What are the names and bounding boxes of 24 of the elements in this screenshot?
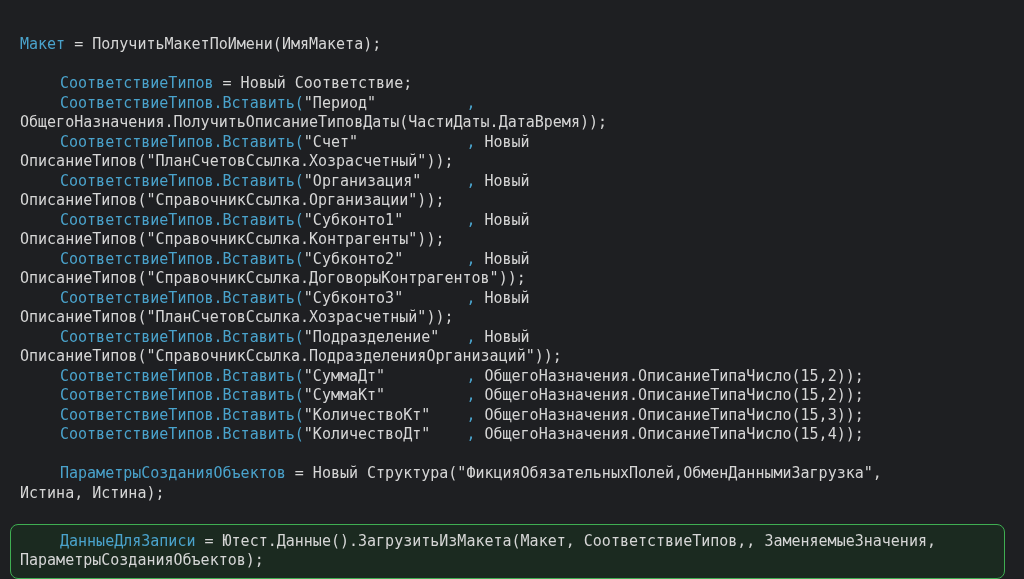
code-line: СоответствиеТипов.Вставить("СуммаКт" , ОбщегоНазначения.ОписаниеТипаЧисло(15,2)); — [59, 386, 865, 406]
code-line: ОписаниеТипов("СправочникСсылка.ПодразделенияОрганизаций")); — [20, 347, 563, 367]
code-line: СоответствиеТипов.Вставить("Счет" , Новый — [59, 132, 531, 152]
code-line: СоответствиеТипов.Вставить("Подразделение" , Новый — [59, 327, 531, 347]
code-line: ОписаниеТипов("СправочникСсылка.ДоговорыКонтрагентов")); — [20, 269, 527, 289]
code-line: ОписаниеТипов("ПланСчетовСсылка.Хозрасчетный")); — [20, 152, 455, 172]
code-line: СоответствиеТипов.Вставить("КоличествоДт" , ОбщегоНазначения.ОписаниеТипаЧисло(15,4)); — [59, 425, 865, 445]
code-line: ОбщегоНазначения.ПолучитьОписаниеТиповДаты(ЧастиДаты.ДатаВремя)); — [20, 113, 608, 133]
code-line: СоответствиеТипов.Вставить("Субконто2" , Новый — [59, 249, 531, 269]
code-line: Макет = ПолучитьМакетПоИмени(ИмяМакета); — [20, 35, 383, 55]
code-line: СоответствиеТипов = Новый Соответствие; — [59, 74, 414, 94]
code-line: ОписаниеТипов("ПланСчетовСсылка.Хозрасчетный")); — [20, 308, 455, 328]
code-line: СоответствиеТипов.Вставить("Субконто1" , Новый — [59, 210, 531, 230]
code-line: ПараметрыСозданияОбъектов = Новый Структура("ФикцияОбязательныхПолей,ОбменДаннымиЗагрузка", — [59, 464, 883, 484]
code-line: СоответствиеТипов.Вставить("СуммаДт" , ОбщегоНазначения.ОписаниеТипаЧисло(15,2)); — [59, 366, 865, 386]
code-line: ПараметрыСозданияОбъектов); — [20, 551, 265, 571]
code-line: СоответствиеТипов.Вставить("КоличествоКт" , ОбщегоНазначения.ОписаниеТипаЧисло(15,3)); — [59, 405, 865, 425]
code-line: СоответствиеТипов.Вставить("Субконто3" , Новый — [59, 288, 531, 308]
code-line: ОписаниеТипов("СправочникСсылка.Организации")); — [20, 191, 446, 211]
code-line: ОписаниеТипов("СправочникСсылка.Контрагенты")); — [20, 230, 446, 250]
code-line: СоответствиеТипов.Вставить("Организация" , Новый — [59, 171, 531, 191]
code-line: ДанныеДляЗаписи = Ютест.Данные().ЗагрузитьИзМакета(Макет, СоответствиеТипов,, ЗаменяемыеЗначения, — [59, 531, 937, 551]
code-line: СоответствиеТипов.Вставить("Период" , — [59, 93, 477, 113]
code-line: Истина, Истина); — [20, 483, 166, 503]
